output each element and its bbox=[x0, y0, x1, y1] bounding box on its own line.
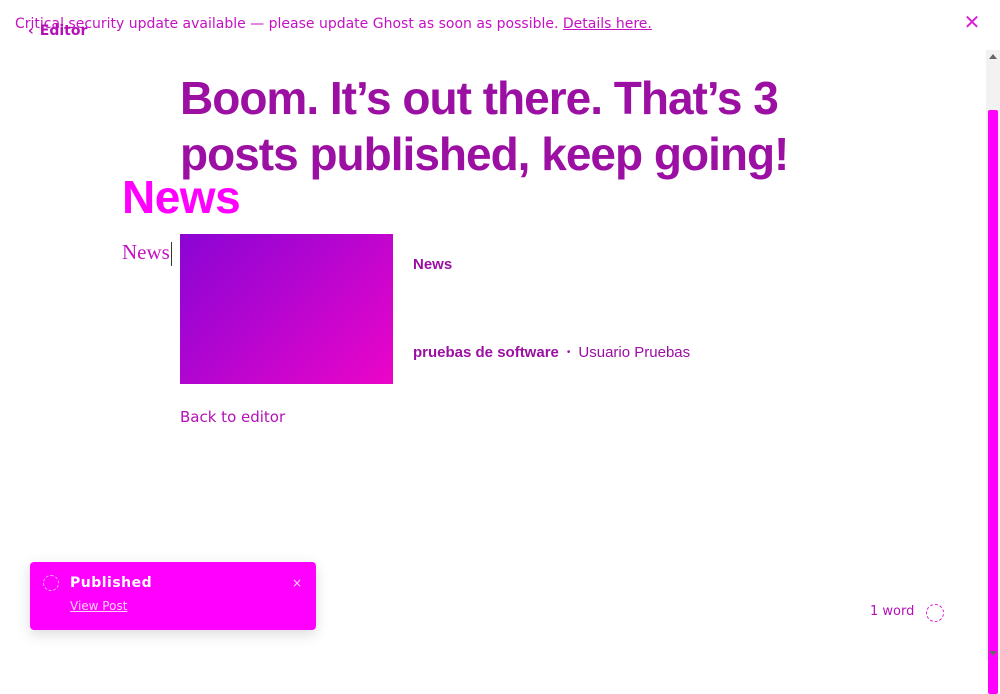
scrollbar-thumb[interactable] bbox=[988, 110, 998, 694]
editor-text[interactable]: News bbox=[122, 240, 172, 267]
toast-title: Published bbox=[70, 575, 153, 591]
editor-back-button[interactable]: ‹ Editor bbox=[28, 23, 87, 39]
banner-details-link[interactable]: Details here. bbox=[563, 16, 652, 32]
post-card-author: Usuario Pruebas bbox=[578, 344, 691, 361]
editor-text-value: News bbox=[122, 240, 170, 264]
published-toast: Published View Post × bbox=[30, 562, 316, 630]
security-banner: Critical security update available — ple… bbox=[15, 16, 652, 32]
post-title: News bbox=[122, 171, 241, 223]
toast-close-icon[interactable]: × bbox=[292, 576, 302, 590]
scroll-down-icon[interactable] bbox=[989, 651, 997, 656]
help-icon[interactable] bbox=[926, 604, 944, 622]
publish-headline: Boom. It’s out there. That’s 3 posts pub… bbox=[180, 72, 789, 180]
back-to-editor-link[interactable]: Back to editor bbox=[180, 408, 285, 426]
scroll-up-icon[interactable] bbox=[989, 54, 997, 59]
meta-separator: • bbox=[566, 347, 571, 358]
editor-back-label: Editor bbox=[39, 23, 88, 39]
banner-message: Critical security update available — ple… bbox=[15, 16, 559, 32]
post-card-image[interactable] bbox=[180, 234, 393, 384]
view-post-link[interactable]: View Post bbox=[70, 599, 127, 613]
chevron-left-icon: ‹ bbox=[28, 23, 34, 39]
post-card-meta: pruebas de software • Usuario Pruebas bbox=[413, 344, 690, 361]
post-card-site: pruebas de software bbox=[413, 344, 559, 361]
word-count: 1 word bbox=[870, 604, 915, 619]
loading-icon bbox=[43, 575, 59, 591]
close-icon[interactable]: ✕ bbox=[962, 12, 982, 32]
scrollbar[interactable] bbox=[986, 50, 1000, 694]
post-card-title[interactable]: News bbox=[413, 256, 452, 273]
text-caret bbox=[170, 242, 172, 267]
